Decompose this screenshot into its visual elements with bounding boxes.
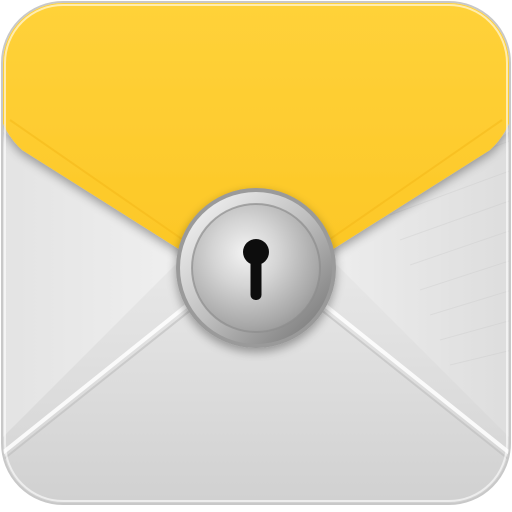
lock-icon[interactable] [176, 188, 336, 348]
icon-canvas [0, 0, 512, 512]
locked-mail-app-icon[interactable] [0, 0, 512, 512]
